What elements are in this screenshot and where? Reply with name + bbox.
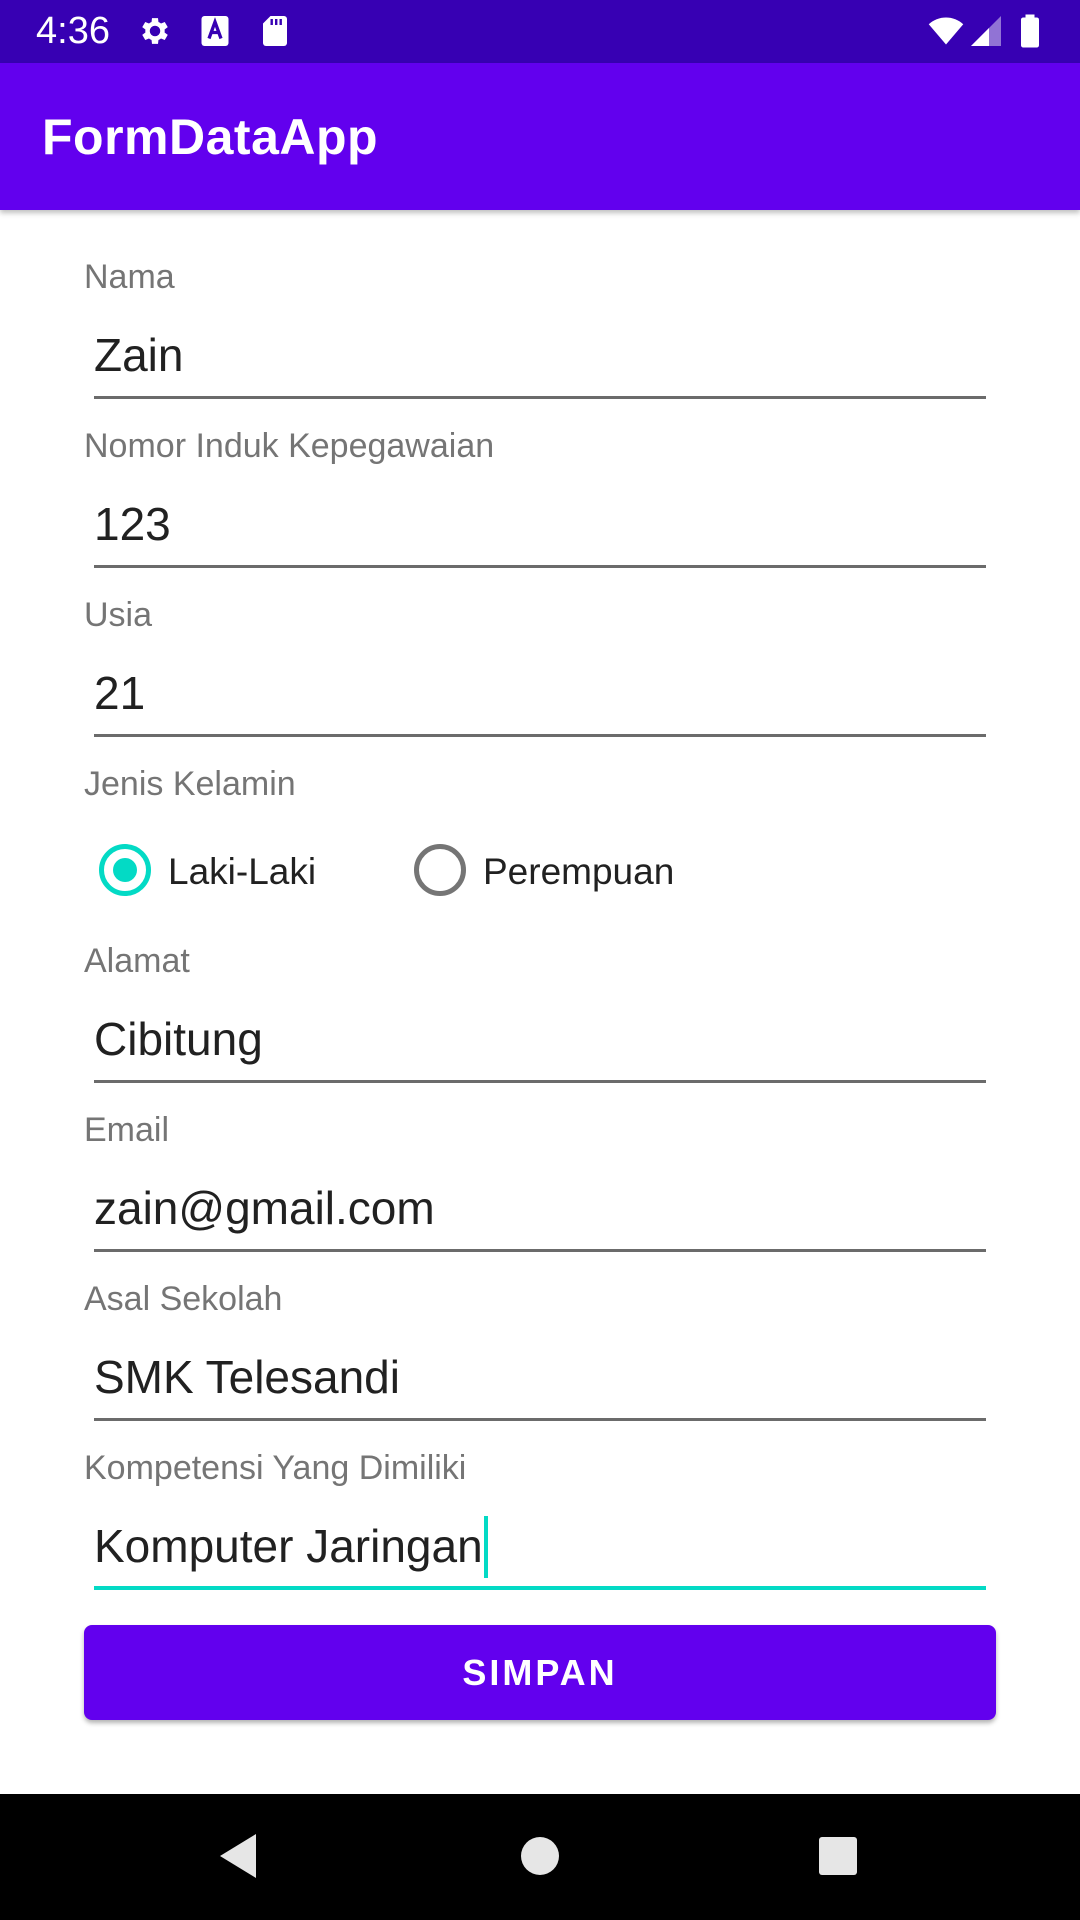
status-time: 4:36 bbox=[36, 10, 110, 52]
radio-laki-laki[interactable] bbox=[99, 844, 151, 896]
home-icon[interactable] bbox=[519, 1832, 561, 1880]
jenis-kelamin-label: Jenis Kelamin bbox=[84, 765, 296, 803]
wifi-icon bbox=[928, 17, 964, 45]
gear-icon bbox=[142, 18, 168, 44]
app-bar: FormDataApp bbox=[0, 63, 1080, 210]
text-cursor bbox=[483, 1516, 488, 1578]
alamat-label: Alamat bbox=[84, 942, 190, 980]
email-label: Email bbox=[84, 1111, 170, 1149]
text-a-icon bbox=[201, 16, 229, 46]
app-title: FormDataApp bbox=[42, 109, 379, 165]
alamat-input[interactable]: Cibitung bbox=[94, 1009, 986, 1083]
recents-icon[interactable] bbox=[817, 1832, 859, 1880]
battery-icon bbox=[1021, 14, 1039, 48]
nik-label: Nomor Induk Kepegawaian bbox=[84, 427, 495, 465]
navigation-bar bbox=[0, 1794, 1080, 1920]
asal-sekolah-label: Asal Sekolah bbox=[84, 1280, 283, 1318]
kompetensi-input[interactable]: Komputer Jaringan bbox=[94, 1516, 986, 1590]
nama-label: Nama bbox=[84, 258, 175, 296]
usia-label: Usia bbox=[84, 596, 153, 634]
asal-sekolah-input[interactable]: SMK Telesandi bbox=[94, 1347, 986, 1421]
save-button[interactable]: SIMPAN bbox=[84, 1625, 996, 1720]
usia-input[interactable]: 21 bbox=[94, 663, 986, 737]
signal-icon bbox=[971, 16, 1001, 46]
radio-perempuan[interactable] bbox=[414, 844, 466, 896]
nama-input[interactable]: Zain bbox=[94, 325, 986, 399]
email-input[interactable]: zain@gmail.com bbox=[94, 1178, 986, 1252]
kompetensi-label: Kompetensi Yang Dimiliki bbox=[84, 1449, 467, 1487]
nik-input[interactable]: 123 bbox=[94, 494, 986, 568]
radio-laki-laki-label[interactable]: Laki-Laki bbox=[168, 850, 316, 894]
back-icon[interactable] bbox=[216, 1832, 260, 1880]
kompetensi-value: Komputer Jaringan bbox=[94, 1520, 483, 1572]
radio-perempuan-label[interactable]: Perempuan bbox=[483, 850, 674, 894]
sd-card-icon bbox=[263, 16, 287, 46]
status-bar: 4:36 bbox=[0, 0, 1080, 63]
